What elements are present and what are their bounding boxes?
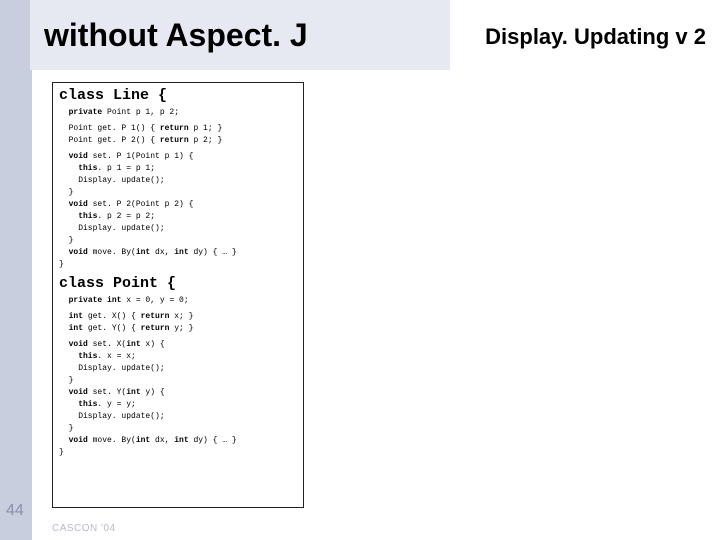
point-private: private int x = 0, y = 0;	[59, 295, 297, 307]
slide: without Aspect. J Display. Updating v 2 …	[0, 0, 720, 540]
code-box: class Line { private Point p 1, p 2; Poi…	[52, 82, 304, 508]
line-body: void set. P 1(Point p 1) { this. p 1 = p…	[59, 151, 297, 271]
footer-text: CASCON '04	[52, 523, 116, 534]
slide-subtitle: Display. Updating v 2	[485, 24, 706, 50]
point-getters: int get. X() { return x; } int get. Y() …	[59, 311, 297, 335]
point-body: void set. X(int x) { this. x = x; Displa…	[59, 339, 297, 459]
line-getters: Point get. P 1() { return p 1; } Point g…	[59, 123, 297, 147]
class-point-header: class Point {	[59, 275, 297, 293]
slide-title: without Aspect. J	[30, 17, 308, 54]
title-bar: without Aspect. J	[30, 0, 450, 70]
class-line-header: class Line {	[59, 87, 297, 105]
line-private: private Point p 1, p 2;	[59, 107, 297, 119]
page-number: 44	[6, 502, 24, 520]
left-accent-bar	[0, 0, 32, 540]
